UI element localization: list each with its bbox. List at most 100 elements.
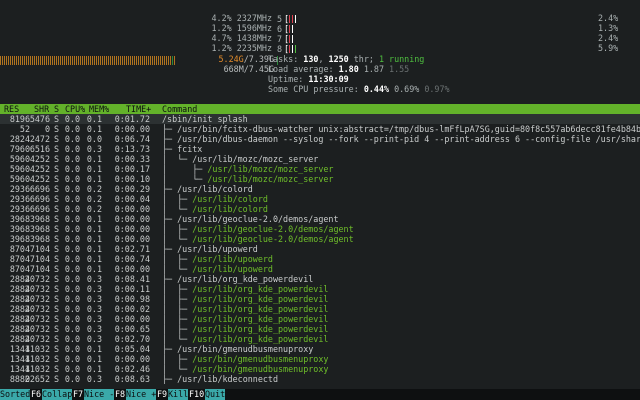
swap-readout: 668M/7.45G xyxy=(223,64,274,74)
cell-time: 0:00.65 xyxy=(114,324,150,334)
command-text: /usr/lib/org_kde_powerdevil xyxy=(192,304,329,314)
fkey-label[interactable]: Collap xyxy=(42,389,73,400)
process-row[interactable]: 1344 11032 S 0.0 0.1 0:05.04 ├─ /usr/bin/gmenu… xyxy=(0,344,640,354)
fkey-label[interactable]: Quit xyxy=(205,389,226,400)
process-row[interactable]: 5960 4252 S 0.0 0.1 0:00.17 │ ├─ /usr/lib/mozc… xyxy=(0,164,640,174)
pressure-label: Some CPU pressure: xyxy=(268,84,364,94)
column-state[interactable]: S xyxy=(54,104,59,114)
column-command[interactable]: Command xyxy=(162,104,197,114)
cell-s: S xyxy=(54,264,60,274)
process-row[interactable]: 2884 20732 S 0.0 0.3 0:00.65 │ ├─ /usr/lib/org… xyxy=(0,324,640,334)
cell-command: ├─ /usr/lib/org_kde_powerdevil xyxy=(162,274,313,284)
process-row[interactable]: 1344 11032 S 0.0 0.1 0:02.46 │ └─ /usr/bin/gme… xyxy=(0,364,640,374)
cpu-bar-tick xyxy=(292,15,293,23)
process-row[interactable]: 8704 7104 S 0.0 0.1 0:00.00 │ └─ /usr/lib/upow… xyxy=(0,264,640,274)
process-row[interactable]: 3968 3968 S 0.0 0.1 0:00.00 │ ├─ /usr/lib/geoc… xyxy=(0,224,640,234)
fkey-f9[interactable]: F9 xyxy=(157,389,168,400)
tree-branch: │ ├─ xyxy=(162,354,193,364)
cell-command: ├─ /usr/lib/geoclue-2.0/demos/agent xyxy=(162,214,339,224)
fkey-f10[interactable]: F10 xyxy=(189,389,205,400)
memory-used: 5.24G xyxy=(218,54,244,64)
cell-res: 2936 xyxy=(9,184,30,194)
cell-shr: 22652 xyxy=(24,374,50,384)
command-text: /usr/lib/upowerd xyxy=(192,264,273,274)
cell-mem: 0.3 xyxy=(86,374,102,384)
cell-command: /sbin/init splash xyxy=(162,114,248,124)
cell-cpu: 0.0 xyxy=(64,304,80,314)
cell-s: S xyxy=(54,204,60,214)
tree-branch: │ ├─ xyxy=(162,194,193,204)
column-time[interactable]: TIME+ xyxy=(126,104,151,114)
cpu-bracket: [ xyxy=(284,34,290,44)
cell-time: 0:02.46 xyxy=(114,364,150,374)
process-row[interactable]: 7960 6516 S 0.0 0.3 0:13.73 ├─ fcitx xyxy=(0,144,640,154)
process-row[interactable]: 1344 11032 S 0.0 0.1 0:00.00 │ ├─ /usr/bin/gme… xyxy=(0,354,640,364)
cell-mem: 0.1 xyxy=(86,264,102,274)
process-row[interactable]: 2884 20732 S 0.0 0.3 0:08.41 ├─ /usr/lib/org_k… xyxy=(0,274,640,284)
process-row[interactable]: 2884 20732 S 0.0 0.3 0:00.00 │ ├─ /usr/lib/org… xyxy=(0,314,640,324)
tree-branch: │ └─ xyxy=(162,154,193,164)
cpu-bar-tick xyxy=(292,25,293,33)
column-shr[interactable]: SHR xyxy=(34,104,49,114)
tree-branch: │ ├─ xyxy=(162,324,193,334)
cell-s: S xyxy=(54,144,60,154)
cpu-percent: 1.2% xyxy=(211,23,232,33)
cpu-bar-tick xyxy=(295,15,296,23)
process-row[interactable]: 2936 6696 S 0.0 0.2 0:00.04 │ ├─ /usr/lib/colo… xyxy=(0,194,640,204)
cell-cpu: 0.0 xyxy=(64,344,80,354)
cpu-percent: 1.2% xyxy=(211,43,232,53)
process-row[interactable]: 2824 2472 S 0.0 0.0 0:06.74 ├─ /usr/bin/dbus-d… xyxy=(0,134,640,144)
fkey-label[interactable]: Nice + xyxy=(126,389,157,400)
cell-shr: 20732 xyxy=(24,304,50,314)
cell-cpu: 0.0 xyxy=(64,234,80,244)
cell-mem: 0.3 xyxy=(86,314,102,324)
fkey-f7[interactable]: F7 xyxy=(73,389,84,400)
column-mem[interactable]: MEM% xyxy=(89,104,109,114)
fkey-f8[interactable]: F8 xyxy=(115,389,126,400)
process-row[interactable]: 2884 20732 S 0.0 0.3 0:00.11 │ ├─ /usr/lib/org… xyxy=(0,284,640,294)
pressure-10: 0.44% xyxy=(363,84,390,94)
fkey-f6[interactable]: F6 xyxy=(31,389,42,400)
cell-mem: 0.1 xyxy=(86,234,102,244)
process-row[interactable]: 2936 6696 S 0.0 0.2 0:00.00 │ └─ /usr/lib/colo… xyxy=(0,204,640,214)
memory-readout: 5.24G/7.39G xyxy=(176,54,274,64)
process-row[interactable]: 5960 4252 S 0.0 0.1 0:00.33 │ └─ /usr/lib/mozc… xyxy=(0,154,640,164)
cpu-bracket: [ xyxy=(284,24,290,34)
cell-res: 5960 xyxy=(9,154,30,164)
cell-time: 0:00.00 xyxy=(114,214,150,224)
column-res[interactable]: RES xyxy=(4,104,19,114)
cell-res: 3968 xyxy=(9,214,30,224)
cell-time: 0:00.02 xyxy=(114,304,150,314)
process-row[interactable]: 8880 22652 S 0.0 0.3 0:08.63 ├─ /usr/lib/kdeco… xyxy=(0,374,640,384)
threads-label: thr; xyxy=(348,54,379,64)
fkey-label[interactable]: Nice - xyxy=(84,389,115,400)
process-row[interactable]: 2884 20732 S 0.0 0.3 0:00.02 │ ├─ /usr/lib/org… xyxy=(0,304,640,314)
process-row[interactable]: 8704 7104 S 0.0 0.1 0:00.74 │ ├─ /usr/lib/upow… xyxy=(0,254,640,264)
cell-time: 0:02.70 xyxy=(114,334,150,344)
process-row[interactable]: 2884 20732 S 0.0 0.3 0:02.70 │ └─ /usr/lib/org… xyxy=(0,334,640,344)
cell-cpu: 0.0 xyxy=(64,204,80,214)
cell-s: S xyxy=(54,334,60,344)
process-row[interactable]: 2936 6696 S 0.0 0.2 0:00.29 ├─ /usr/lib/colord xyxy=(0,184,640,194)
cpu-meter-left: 1.2% 1596MHz xyxy=(176,23,272,33)
cell-s: S xyxy=(54,154,60,164)
fkey-label[interactable]: Sorted xyxy=(0,389,31,400)
cell-cpu: 0.0 xyxy=(64,264,80,274)
cell-shr: 6696 xyxy=(29,184,50,194)
process-row[interactable]: 52 0 S 0.0 0.1 0:00.00 ├─ /usr/bin/fcitx-dbus-… xyxy=(0,124,640,134)
process-row[interactable]: 3968 3968 S 0.0 0.1 0:00.00 │ └─ /usr/lib/geoc… xyxy=(0,234,640,244)
process-row[interactable]: 8196 5476 S 0.0 0.1 0:01.72/sbin/init splash xyxy=(0,114,640,124)
cpu-bar-tick xyxy=(292,45,293,53)
process-row[interactable]: 5960 4252 S 0.0 0.1 0:00.10 │ └─ /usr/lib/mozc… xyxy=(0,174,640,184)
cell-res: 52 xyxy=(19,124,30,134)
process-table-header[interactable]: RES SHR S CPU% MEM% TIME+ Command xyxy=(0,104,640,114)
column-cpu[interactable]: CPU% xyxy=(65,104,85,114)
cell-s: S xyxy=(54,224,60,234)
process-row[interactable]: 2884 20732 S 0.0 0.3 0:00.98 │ ├─ /usr/lib/org… xyxy=(0,294,640,304)
tree-branch: ├─ xyxy=(162,214,178,224)
tree-branch: │ └─ xyxy=(162,204,193,214)
process-row[interactable]: 3968 3968 S 0.0 0.1 0:00.00 ├─ /usr/lib/geoclu… xyxy=(0,214,640,224)
fkey-label[interactable]: Kill xyxy=(168,389,189,400)
process-row[interactable]: 8704 7104 S 0.0 0.1 0:02.71 ├─ /usr/lib/upower… xyxy=(0,244,640,254)
cpu-meters-mini: 5[6[7[8[ xyxy=(277,14,367,54)
